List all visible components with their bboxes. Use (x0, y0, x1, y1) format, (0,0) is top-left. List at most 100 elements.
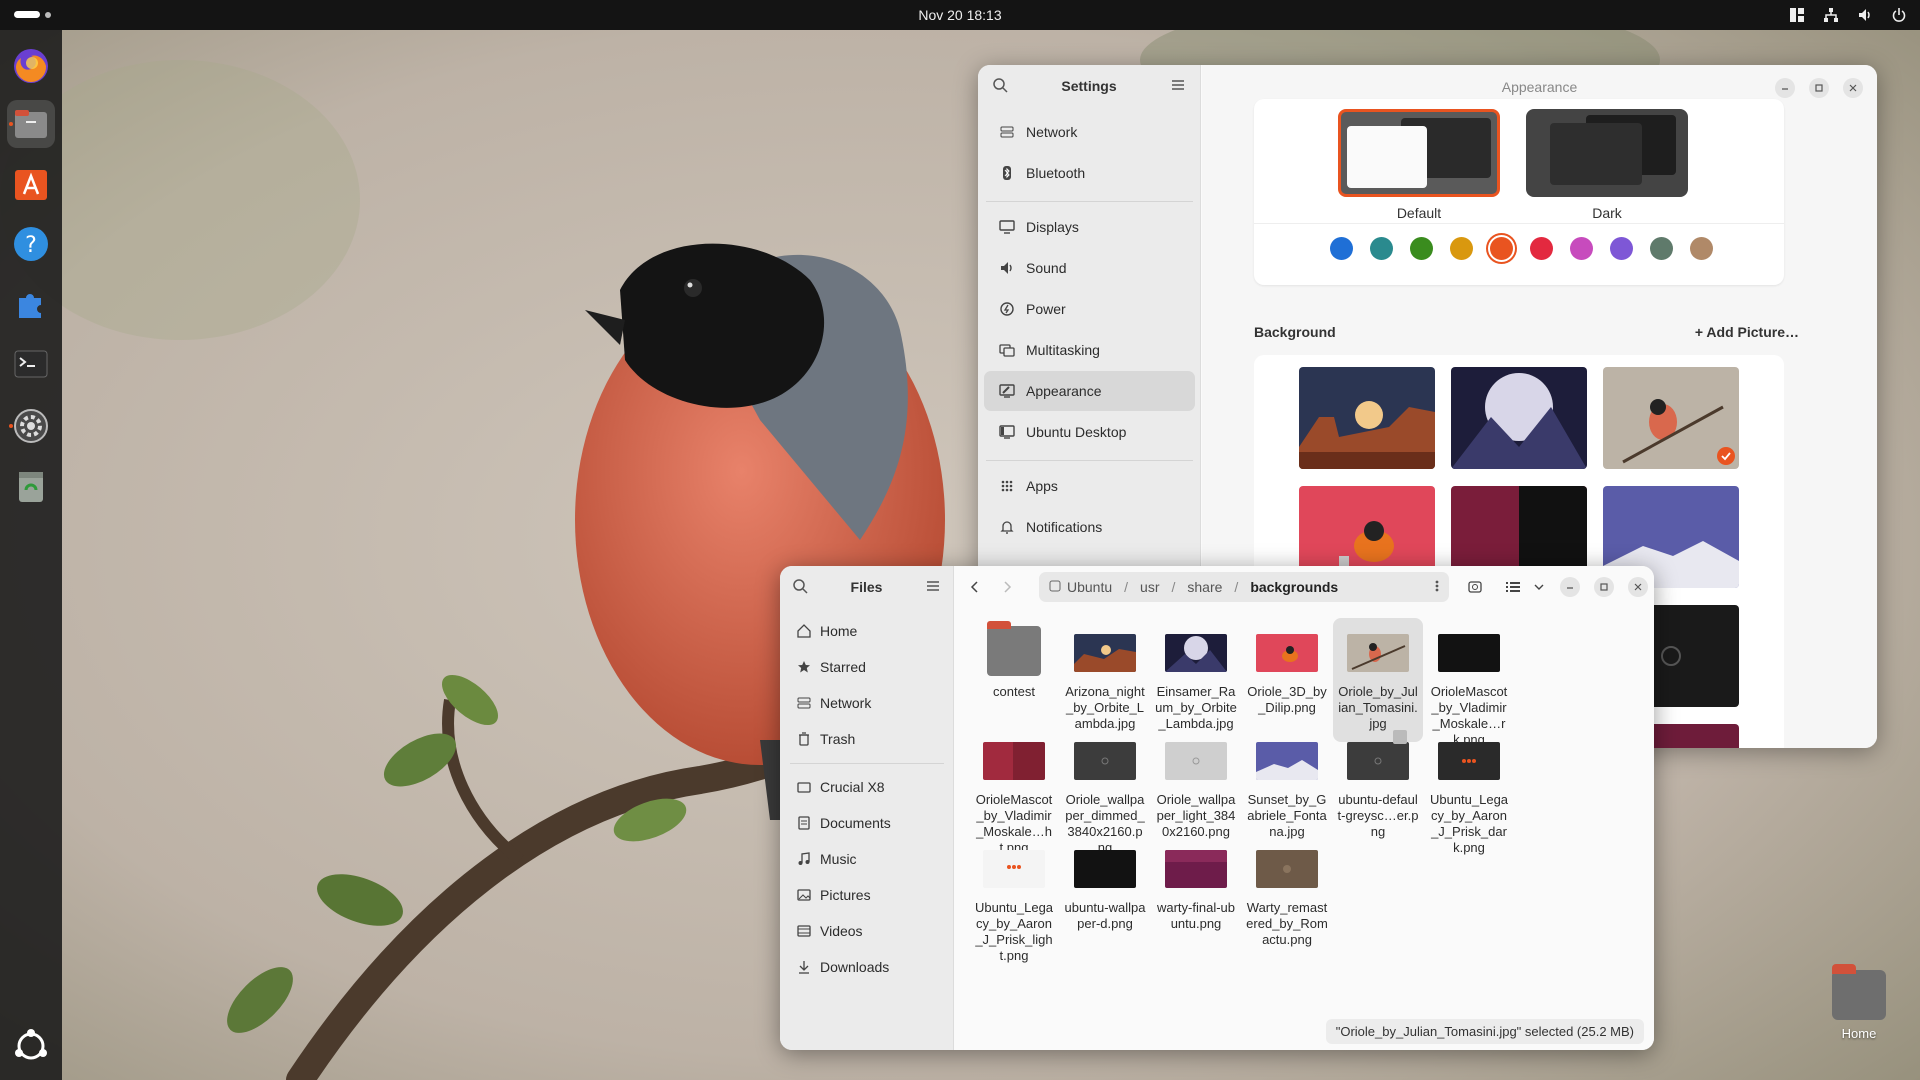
more-options-icon[interactable] (1435, 578, 1439, 597)
sidebar-item-music[interactable]: Music (786, 843, 948, 875)
ubuntu-desktop-icon (998, 423, 1016, 441)
file-item[interactable]: warty-final-ubuntu.png (1151, 834, 1241, 932)
sidebar-item-network[interactable]: Network (786, 687, 948, 719)
sidebar-item-ubuntu-desktop[interactable]: Ubuntu Desktop (984, 412, 1195, 452)
dock-firefox[interactable] (7, 42, 55, 90)
dock-extensions[interactable] (7, 280, 55, 328)
accent-color-swatch[interactable] (1410, 237, 1433, 260)
style-option-default[interactable]: Default (1334, 109, 1504, 221)
files-icon (15, 110, 47, 138)
sidebar-item-trash[interactable]: Trash (786, 723, 948, 755)
network-icon (998, 123, 1016, 141)
search-in-folder-icon[interactable] (1467, 577, 1487, 597)
background-thumb-oriole[interactable] (1603, 367, 1739, 469)
sidebar-item-bluetooth[interactable]: Bluetooth (984, 153, 1195, 193)
desktop-home-folder[interactable]: Home (1826, 964, 1892, 1041)
maximize-button[interactable] (1594, 577, 1614, 597)
video-icon (796, 923, 812, 939)
dock-app-center[interactable] (7, 160, 55, 208)
hamburger-menu-icon[interactable] (1170, 77, 1186, 96)
dock-settings[interactable] (7, 402, 55, 450)
path-segment[interactable]: share (1187, 579, 1222, 595)
sidebar-item-pictures[interactable]: Pictures (786, 879, 948, 911)
path-segment[interactable]: Ubuntu (1067, 579, 1112, 595)
volume-icon[interactable] (1856, 6, 1874, 24)
star-icon (796, 659, 812, 675)
forward-button[interactable] (997, 577, 1017, 597)
accent-color-swatch[interactable] (1690, 237, 1713, 260)
minimize-button[interactable] (1560, 577, 1580, 597)
sidebar-item-notifications[interactable]: Notifications (984, 507, 1195, 547)
back-button[interactable] (965, 577, 985, 597)
sidebar-item-downloads[interactable]: Downloads (786, 951, 948, 983)
sidebar-item-displays[interactable]: Displays (984, 207, 1195, 247)
close-button[interactable] (1843, 78, 1863, 98)
appearance-icon (998, 382, 1016, 400)
accent-color-swatch[interactable] (1330, 237, 1353, 260)
path-segment-current[interactable]: backgrounds (1250, 579, 1338, 595)
accent-color-swatch[interactable] (1530, 237, 1553, 260)
file-item[interactable]: Oriole_wallpaper_light_3840x2160.png (1151, 726, 1241, 840)
background-thumb-arizona[interactable] (1299, 367, 1435, 469)
path-bar[interactable]: Ubuntu / usr / share / backgrounds (1039, 572, 1449, 602)
path-segment[interactable]: usr (1140, 579, 1159, 595)
chevron-down-icon[interactable] (1529, 577, 1549, 597)
dock-trash[interactable] (7, 462, 55, 510)
accent-color-swatch[interactable] (1450, 237, 1473, 260)
sidebar-item-label: Downloads (820, 959, 890, 975)
file-item[interactable]: ubuntu-default-greysc…er.png (1333, 726, 1423, 840)
sidebar-item-network[interactable]: Network (984, 112, 1195, 152)
sidebar-item-home[interactable]: Home (786, 615, 948, 647)
power-icon[interactable] (1890, 6, 1908, 24)
style-option-dark[interactable]: Dark (1522, 109, 1692, 221)
accent-color-swatch[interactable] (1490, 237, 1513, 260)
file-item[interactable]: Oriole_3D_by_Dilip.png (1242, 618, 1332, 716)
file-item[interactable]: Sunset_by_Gabriele_Fontana.jpg (1242, 726, 1332, 840)
desktop-home-label: Home (1841, 1026, 1877, 1041)
sidebar-item-crucial-x8[interactable]: Crucial X8 (786, 771, 948, 803)
accent-color-swatch[interactable] (1570, 237, 1593, 260)
sidebar-item-power[interactable]: Power (984, 289, 1195, 329)
accent-color-swatch[interactable] (1610, 237, 1633, 260)
file-thumbnail (1256, 850, 1318, 888)
network-icon[interactable] (1822, 6, 1840, 24)
file-item[interactable]: Einsamer_Raum_by_Orbite_Lambda.jpg (1151, 618, 1241, 732)
accent-color-swatch[interactable] (1370, 237, 1393, 260)
folder-item[interactable]: contest (969, 618, 1059, 700)
add-picture-button[interactable]: + Add Picture… (1695, 324, 1799, 340)
file-item[interactable]: Ubuntu_Legacy_by_Aaron_J_Prisk_light.png (969, 834, 1059, 964)
file-thumbnail (1347, 634, 1409, 672)
file-item[interactable]: Arizona_night_by_Orbite_Lambda.jpg (1060, 618, 1150, 732)
dock-terminal[interactable] (7, 340, 55, 388)
clock[interactable]: Nov 20 18:13 (0, 7, 1920, 23)
dock-show-apps[interactable] (7, 1022, 55, 1070)
system-tray[interactable] (1788, 6, 1908, 24)
sidebar-item-videos[interactable]: Videos (786, 915, 948, 947)
dock-help[interactable]: ? (7, 220, 55, 268)
sidebar-item-sound[interactable]: Sound (984, 248, 1195, 288)
dock-files[interactable] (7, 100, 55, 148)
file-thumbnail (1074, 850, 1136, 888)
sidebar-item-label: Home (820, 623, 858, 639)
file-item[interactable]: ubuntu-wallpaper-d.png (1060, 834, 1150, 932)
minimize-button[interactable] (1775, 78, 1795, 98)
sidebar-item-appearance[interactable]: Appearance (984, 371, 1195, 411)
power-icon (998, 300, 1016, 318)
file-item[interactable]: Warty_remastered_by_Romactu.png (1242, 834, 1332, 948)
app-center-icon (15, 170, 47, 200)
sidebar-item-apps[interactable]: Apps (984, 466, 1195, 506)
file-thumbnail (1438, 634, 1500, 672)
sidebar-item-multitasking[interactable]: Multitasking (984, 330, 1195, 370)
background-thumb-einsamer[interactable] (1451, 367, 1587, 469)
ubuntu-logo-icon (15, 1029, 47, 1060)
sidebar-item-documents[interactable]: Documents (786, 807, 948, 839)
file-item[interactable]: Oriole_by_Julian_Tomasini.jpg (1333, 618, 1423, 742)
sidebar-item-starred[interactable]: Starred (786, 651, 948, 683)
maximize-button[interactable] (1809, 78, 1829, 98)
view-list-icon[interactable] (1503, 577, 1523, 597)
hamburger-menu-icon[interactable] (925, 578, 941, 597)
close-button[interactable] (1628, 577, 1648, 597)
accent-color-swatch[interactable] (1650, 237, 1673, 260)
file-item[interactable]: Ubuntu_Legacy_by_Aaron_J_Prisk_dark.png (1424, 726, 1514, 856)
window-tiling-icon[interactable] (1788, 6, 1806, 24)
